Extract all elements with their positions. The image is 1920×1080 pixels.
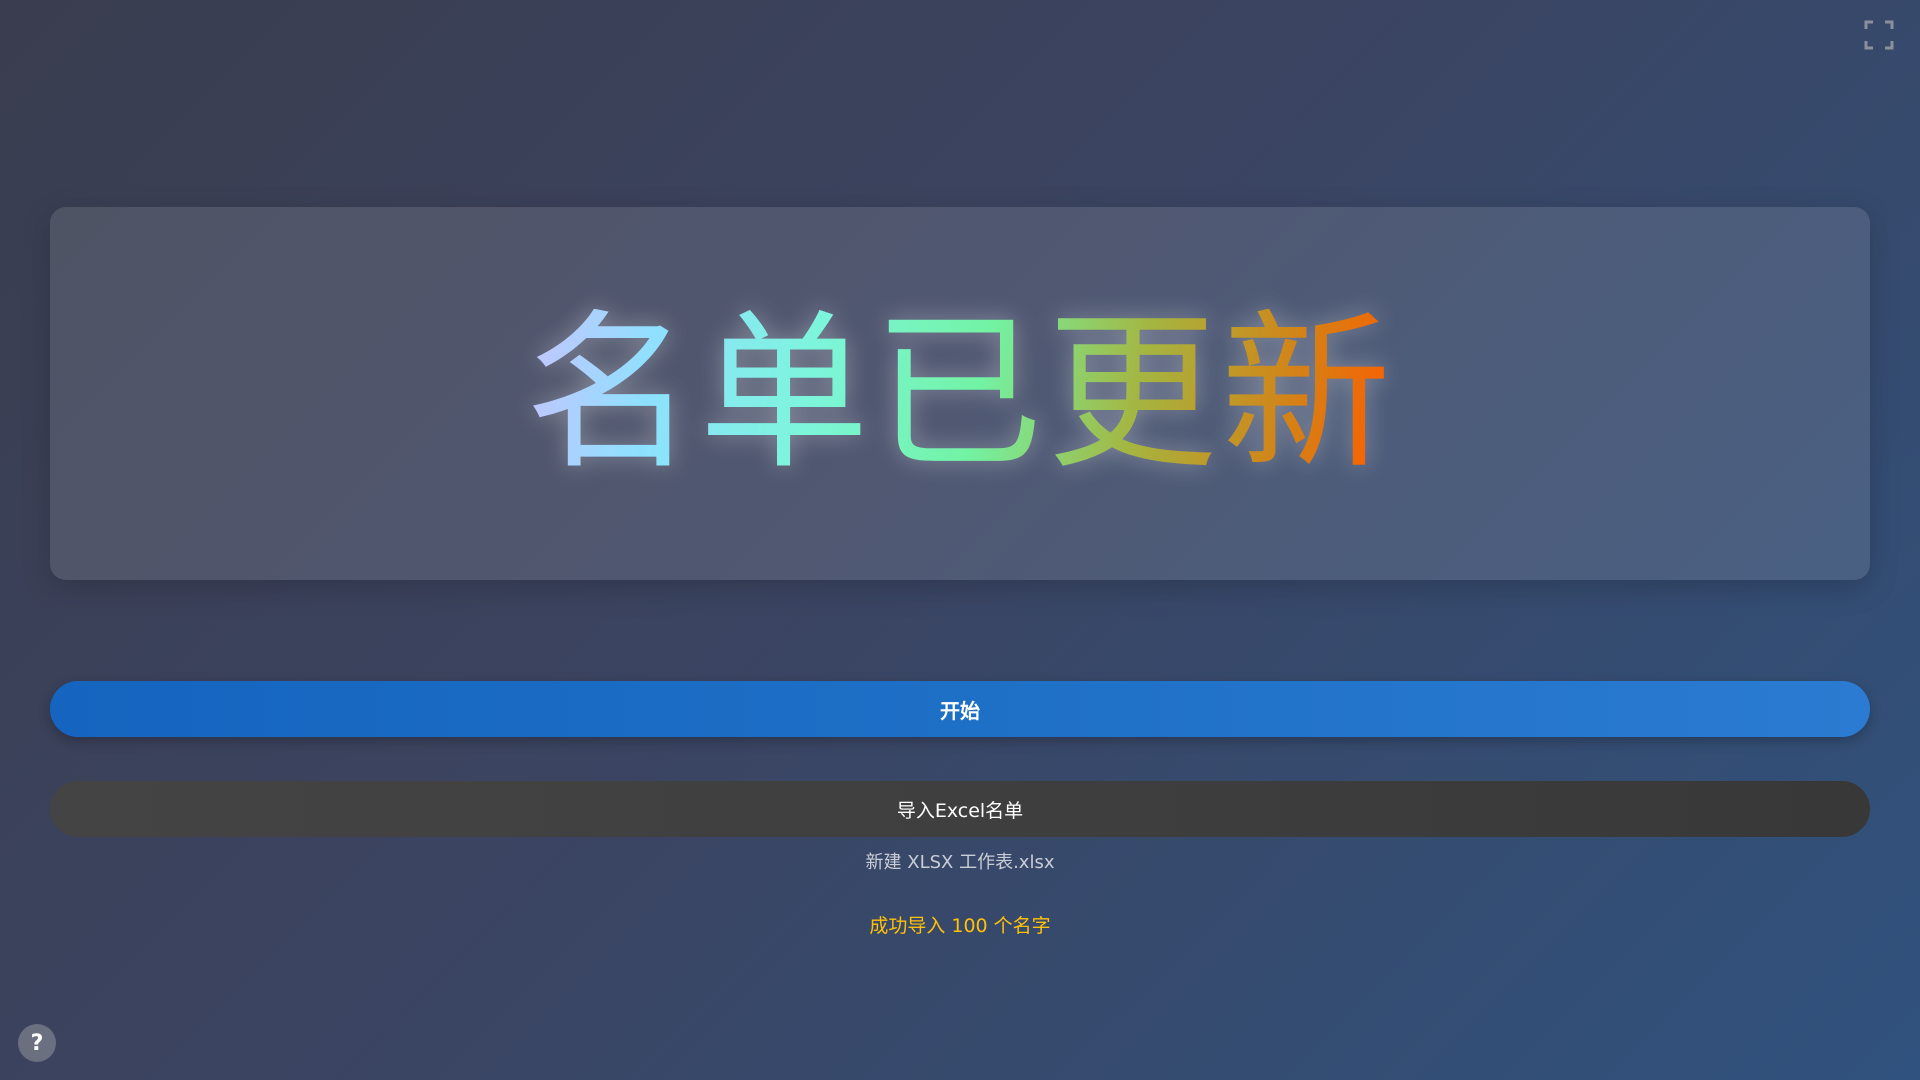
- import-excel-button[interactable]: 导入Excel名单: [50, 781, 1870, 837]
- help-icon: ?: [30, 1030, 44, 1056]
- imported-file-name: 新建 XLSX 工作表.xlsx: [865, 852, 1055, 873]
- start-button[interactable]: 开始: [50, 681, 1870, 737]
- fullscreen-button[interactable]: [1864, 20, 1894, 50]
- help-button[interactable]: ?: [18, 1024, 56, 1062]
- name-display-panel: 名单已更新: [50, 207, 1870, 580]
- display-name-text: 名单已更新: [524, 294, 1395, 493]
- fullscreen-icon: [1864, 20, 1894, 50]
- import-status-text: 成功导入 100 个名字: [869, 915, 1051, 937]
